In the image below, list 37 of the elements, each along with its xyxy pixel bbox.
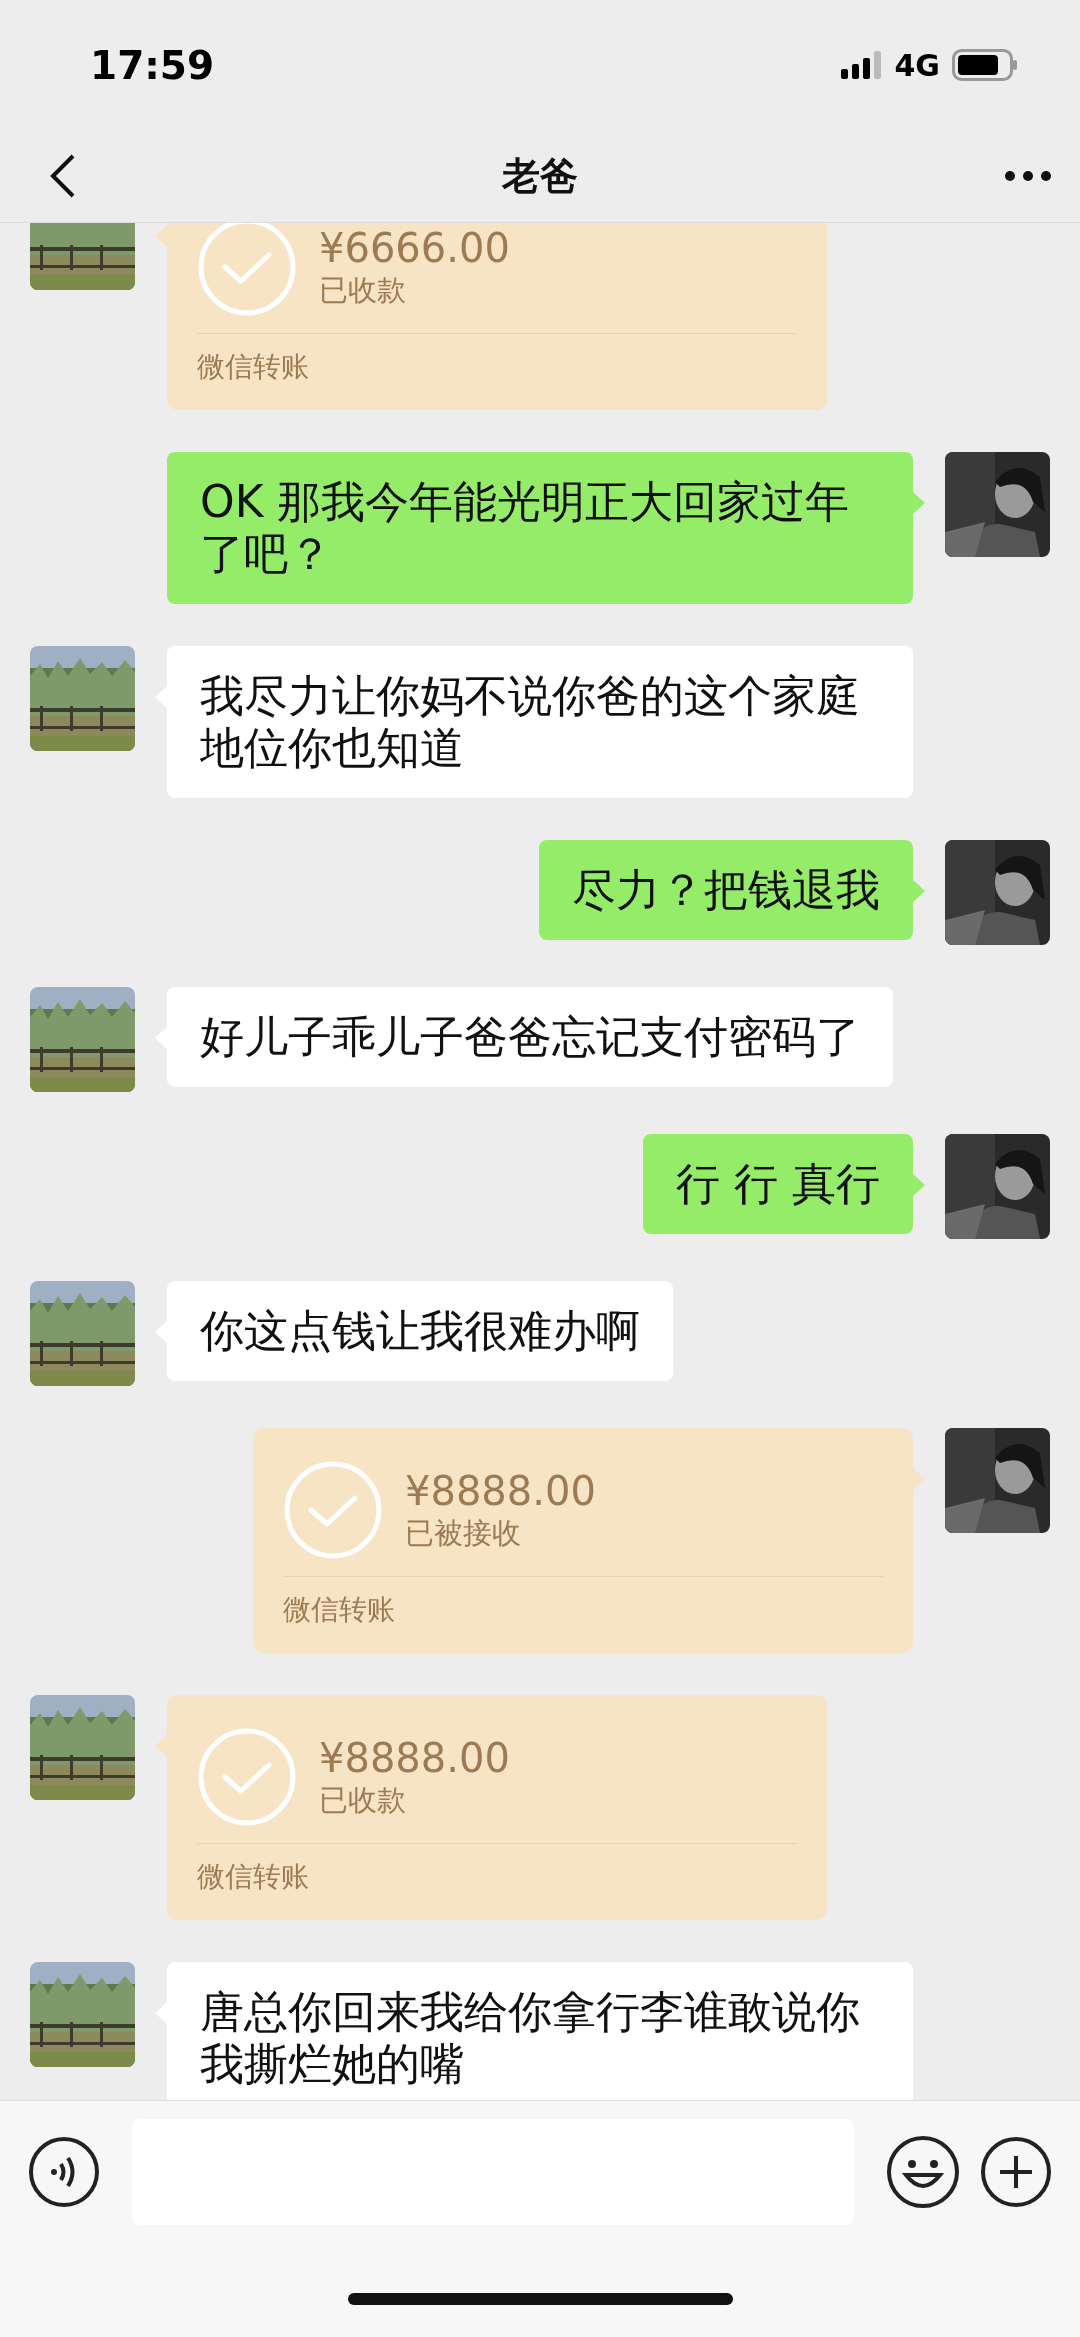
transfer-card[interactable]: ¥6666.00 已收款 微信转账 [167, 223, 827, 410]
message-bubble: 行 行 真行 [643, 1134, 913, 1234]
bubble-tail [155, 225, 167, 247]
plus-icon[interactable] [980, 2136, 1052, 2208]
message-bubble: OK 那我今年能光明正大回家过年了吧？ [167, 452, 913, 604]
message-bubble: 你这点钱让我很难办啊 [167, 1281, 673, 1381]
check-circle-icon [197, 1727, 297, 1827]
transfer-amount: ¥8888.00 [319, 1735, 510, 1781]
voice-icon[interactable] [28, 2136, 100, 2208]
battery-icon [952, 49, 1018, 81]
check-circle-icon [283, 1460, 383, 1560]
back-icon[interactable] [48, 153, 76, 199]
transfer-status: 已被接收 [405, 1515, 522, 1552]
bubble-tail [913, 1468, 925, 1490]
transfer-status: 已收款 [319, 272, 407, 309]
chat-title: 老爸 [502, 152, 578, 200]
transfer-label: 微信转账 [197, 349, 310, 385]
transfer-label: 微信转账 [283, 1592, 396, 1628]
transfer-amount: ¥6666.00 [319, 225, 510, 271]
message-bubble: 唐总你回来我给你拿行李谁敢说你我撕烂她的嘴 [167, 1962, 913, 2100]
emoji-icon[interactable] [886, 2135, 960, 2209]
transfer-status: 已收款 [319, 1782, 407, 1819]
message-bubble: 尽力？把钱退我 [539, 840, 913, 940]
bubble-tail [913, 880, 925, 902]
transfer-card[interactable]: ¥8888.00 已收款 微信转账 [167, 1695, 827, 1920]
signal-icon [840, 51, 883, 79]
bubble-tail [913, 492, 925, 514]
transfer-amount: ¥8888.00 [405, 1468, 596, 1514]
transfer-label: 微信转账 [197, 1859, 310, 1895]
message-bubble: 好儿子乖儿子爸爸忘记支付密码了 [167, 987, 893, 1087]
transfer-card[interactable]: ¥8888.00 已被接收 微信转账 [253, 1428, 913, 1653]
network-label: 4G [894, 47, 940, 83]
bubble-tail [913, 1174, 925, 1196]
message-bubble: 我尽力让你妈不说你爸的这个家庭地位你也知道 [167, 646, 913, 798]
status-time: 17:59 [90, 42, 215, 88]
more-icon[interactable] [1004, 170, 1052, 182]
bubble-tail [155, 1735, 167, 1757]
